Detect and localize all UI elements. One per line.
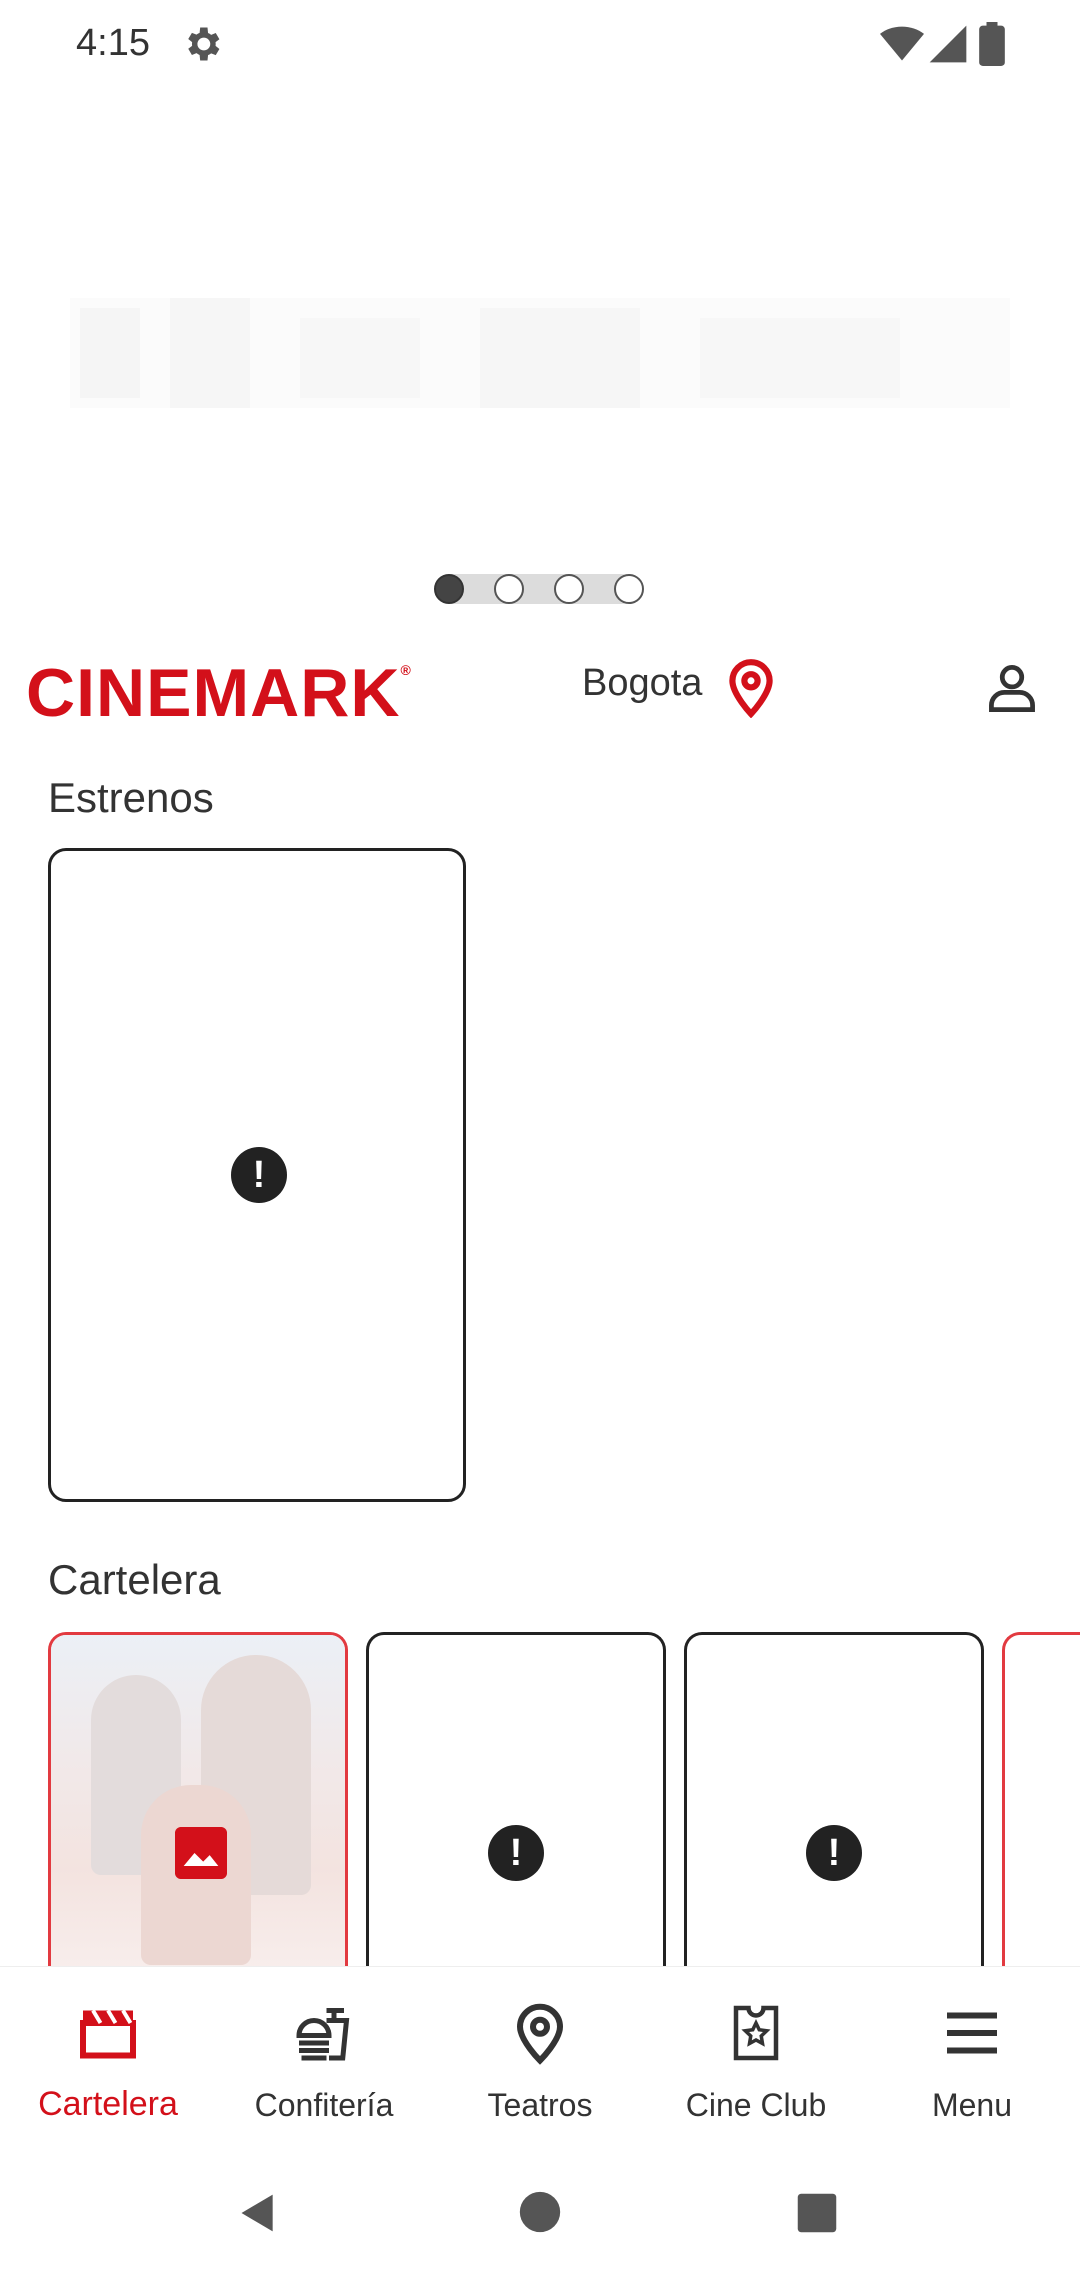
nav-label: Cartelera — [38, 2085, 178, 2123]
status-time: 4:15 — [76, 22, 150, 64]
nav-item-menu[interactable]: Menu — [864, 1967, 1080, 2147]
system-navigation-bar — [0, 2146, 1080, 2280]
battery-icon — [979, 22, 1005, 66]
error-icon: ! — [488, 1825, 544, 1881]
error-icon: ! — [231, 1147, 287, 1203]
gear-icon — [188, 27, 220, 61]
wifi-icon — [880, 26, 924, 61]
carousel-dot[interactable] — [614, 574, 644, 604]
carousel-indicator — [430, 570, 650, 608]
clapperboard-icon — [80, 2009, 136, 2059]
nav-label: Menu — [931, 2087, 1013, 2123]
movie-card[interactable]: ! — [684, 1632, 984, 1972]
hamburger-menu-icon — [947, 2012, 997, 2054]
movie-card[interactable]: ! — [48, 848, 466, 1502]
carousel-dot[interactable] — [434, 574, 464, 604]
carousel-dot[interactable] — [494, 574, 524, 604]
error-icon: ! — [806, 1825, 862, 1881]
movie-card[interactable] — [1002, 1632, 1080, 1972]
food-icon — [296, 2008, 350, 2061]
location-pin-icon[interactable] — [726, 656, 776, 718]
back-icon[interactable] — [236, 2190, 280, 2236]
location-pin-icon — [516, 2003, 564, 2065]
status-bar: 4:15 — [0, 0, 1080, 88]
bottom-navigation: Cartelera Confitería Teatros Cine Club M… — [0, 1966, 1080, 2147]
section-title-cartelera: Cartelera — [48, 1556, 221, 1603]
image-icon — [175, 1827, 227, 1879]
nav-label: Confitería — [254, 2087, 394, 2123]
home-icon[interactable] — [518, 2190, 562, 2234]
nav-item-cine-club[interactable]: Cine Club — [648, 1967, 864, 2147]
nav-item-teatros[interactable]: Teatros — [432, 1967, 648, 2147]
carousel-dot[interactable] — [554, 574, 584, 604]
city-selector[interactable]: Bogota — [582, 662, 702, 705]
nav-label: Cine Club — [685, 2087, 827, 2123]
movie-card[interactable] — [48, 1632, 348, 1972]
nav-item-cartelera[interactable]: Cartelera — [0, 1967, 216, 2147]
hero-banner[interactable] — [0, 88, 1080, 608]
movie-card[interactable]: ! — [366, 1632, 666, 1972]
profile-icon[interactable] — [986, 662, 1038, 714]
nav-label: Teatros — [487, 2087, 593, 2123]
ticket-star-icon — [733, 2005, 779, 2061]
signal-icon — [929, 25, 967, 63]
nav-item-confiteria[interactable]: Confitería — [216, 1967, 432, 2147]
hero-image — [70, 298, 1010, 408]
section-title-estrenos: Estrenos — [48, 774, 214, 821]
cinemark-logo: CINEMARK® — [26, 655, 412, 731]
recents-icon[interactable] — [796, 2192, 838, 2234]
